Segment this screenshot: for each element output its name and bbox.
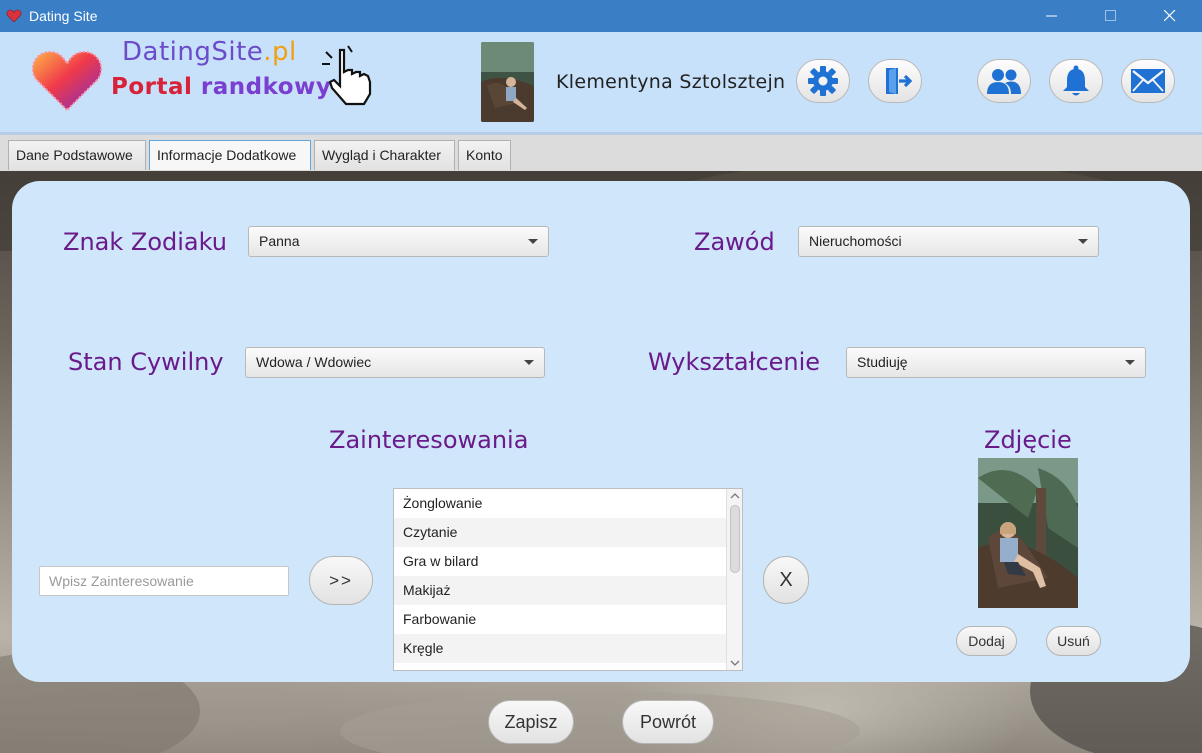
job-value: Nieruchomości [809,233,902,249]
logout-icon [886,68,912,94]
tab-bar: Dane Podstawowe Informacje Dodatkowe Wyg… [0,135,1202,171]
logout-button[interactable] [868,59,922,103]
list-item[interactable]: Czytanie [394,518,727,547]
profile-photo-image [978,458,1078,608]
education-select[interactable]: Studiuję [846,347,1146,378]
zodiac-label: Znak Zodiaku [63,228,227,256]
list-item[interactable]: Farbowanie [394,605,727,634]
friends-button[interactable] [977,59,1031,103]
list-item[interactable]: Makijaż [394,576,727,605]
list-item[interactable]: Żonglowanie [394,489,727,518]
tab-informacje-dodatkowe[interactable]: Informacje Dodatkowe [149,140,311,170]
interest-input[interactable] [39,566,289,596]
logo-tagline-1: Portal [111,74,193,100]
job-select[interactable]: Nieruchomości [798,226,1099,257]
close-icon [1164,10,1176,22]
window-titlebar: Dating Site [0,0,1202,32]
zodiac-value: Panna [259,233,300,249]
close-button[interactable] [1147,0,1193,32]
zodiac-select[interactable]: Panna [248,226,549,257]
chevron-down-icon [1078,239,1088,244]
notifications-button[interactable] [1049,59,1103,103]
maximize-button[interactable] [1088,0,1134,32]
maximize-icon [1105,10,1116,21]
heart-icon [6,9,22,23]
remove-interest-button[interactable]: X [763,556,809,604]
profile-avatar[interactable] [481,42,534,122]
save-button[interactable]: Zapisz [488,700,574,744]
users-icon [987,69,1021,94]
messages-button[interactable] [1121,59,1175,103]
civil-status-label: Stan Cywilny [68,348,224,376]
photo-label: Zdjęcie [984,426,1072,454]
envelope-icon [1131,69,1165,93]
logo-site: DatingSite [122,37,264,67]
civil-status-select[interactable]: Wdowa / Wdowiec [245,347,545,378]
list-item[interactable]: Kręgle [394,634,727,663]
add-photo-button[interactable]: Dodaj [956,626,1017,656]
education-label: Wykształcenie [648,348,821,376]
minimize-button[interactable] [1029,0,1075,32]
chevron-down-icon [528,239,538,244]
remove-photo-button[interactable]: Usuń [1046,626,1101,656]
bell-icon [1063,65,1089,96]
app-header: DatingSite.pl Portal randkowy Klementyna… [0,32,1202,135]
window-title: Dating Site [29,8,98,24]
logo-tagline: Portal randkowy [111,74,331,100]
chevron-down-icon[interactable] [730,659,740,667]
username-label: Klementyna Sztolsztejn [556,71,786,93]
settings-button[interactable] [796,59,850,103]
logo-heart-icon [31,50,103,112]
avatar-image [481,42,534,122]
civil-status-value: Wdowa / Wdowiec [256,354,372,370]
tab-konto[interactable]: Konto [458,140,511,170]
logo-tld: .pl [263,37,297,67]
scrollbar-thumb[interactable] [730,505,740,573]
back-button[interactable]: Powrót [622,700,714,744]
chevron-down-icon [524,360,534,365]
tab-wyglad-i-charakter[interactable]: Wygląd i Charakter [314,140,455,170]
list-scrollbar[interactable] [726,489,742,670]
tab-dane-podstawowe[interactable]: Dane Podstawowe [8,140,146,170]
profile-photo [978,458,1078,608]
gear-icon [808,66,838,96]
interests-list[interactable]: Żonglowanie Czytanie Gra w bilard Makija… [393,488,743,671]
add-interest-button[interactable]: >> [309,556,373,605]
chevron-up-icon[interactable] [730,492,740,500]
logo-site-name: DatingSite.pl [122,37,297,67]
logo-tagline-2: randkowy [200,74,332,100]
education-value: Studiuję [857,354,908,370]
chevron-down-icon [1125,360,1135,365]
minimize-icon [1046,15,1057,17]
hand-pointer-icon [322,45,372,106]
interests-label: Zainteresowania [329,426,529,454]
job-label: Zawód [694,228,775,256]
list-item[interactable]: Gra w bilard [394,547,727,576]
